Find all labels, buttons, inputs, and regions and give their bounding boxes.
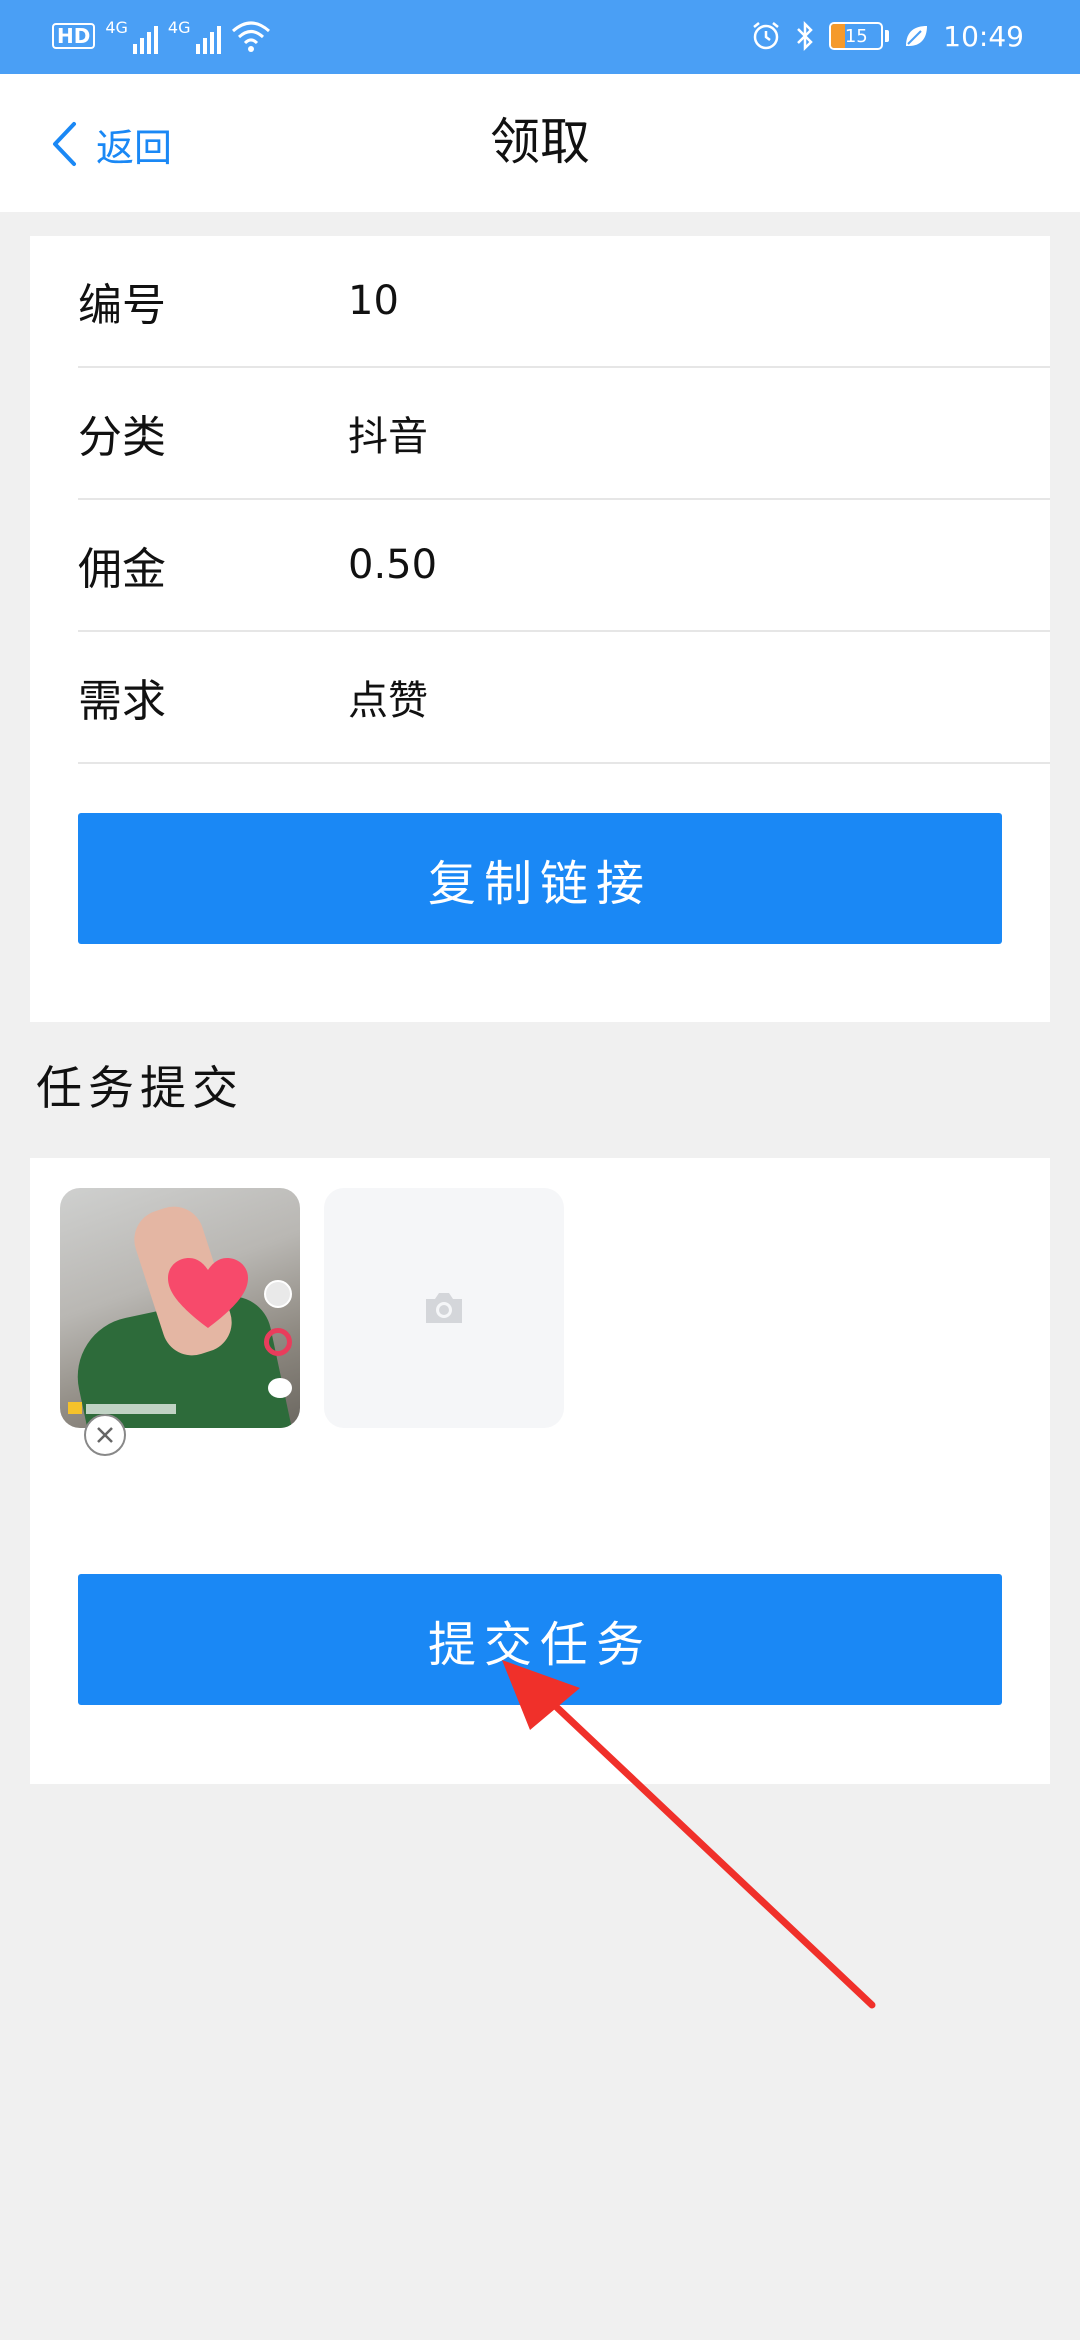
battery-tip — [885, 30, 890, 42]
cellular-signal-icon: 4G — [105, 18, 158, 54]
task-info-card: 编号 10 分类 抖音 佣金 0.50 需求 点赞 复制链接 — [30, 236, 1050, 1022]
wifi-icon — [231, 21, 270, 52]
copy-link-button[interactable]: 复制链接 — [78, 813, 1002, 944]
battery-icon: 15 — [829, 22, 884, 50]
clock: 10:49 — [943, 19, 1024, 53]
alarm-icon — [753, 22, 780, 50]
info-value: 抖音 — [348, 414, 428, 460]
avatar — [264, 1280, 292, 1308]
uploaded-screenshot-thumbnail[interactable] — [60, 1188, 300, 1428]
caption-tag — [68, 1402, 82, 1414]
info-label: 分类 — [78, 412, 166, 463]
annotation-arrow-icon — [502, 1660, 876, 2009]
network-type-label: 4G — [167, 18, 191, 37]
camera-icon — [426, 1293, 462, 1323]
info-label: 编号 — [78, 280, 166, 331]
nav-bar: 返回 领取 — [0, 74, 1080, 212]
network-type-label: 4G — [105, 18, 128, 37]
heart-icon — [168, 1258, 248, 1328]
cellular-signal-icon: 4G — [168, 18, 221, 54]
leaf-icon — [906, 26, 928, 46]
page-title: 领取 — [490, 113, 590, 171]
info-value: 10 — [348, 278, 399, 324]
bluetooth-icon — [797, 20, 814, 52]
caption-bar — [86, 1404, 176, 1414]
section-title: 任务提交 — [36, 1061, 244, 1115]
status-bar: HD 4G 4G 15 10:49 — [0, 0, 1080, 74]
status-left: HD 4G 4G — [52, 16, 271, 56]
info-row-id: 编号 10 — [78, 236, 1050, 368]
info-row-commission: 佣金 0.50 — [78, 500, 1050, 632]
info-label: 佣金 — [78, 544, 166, 595]
info-value: 0.50 — [348, 542, 438, 588]
info-value: 点赞 — [348, 678, 428, 724]
hd-badge: HD — [52, 23, 96, 49]
info-row-requirement: 需求 点赞 — [78, 632, 1050, 764]
status-right: 15 10:49 — [751, 16, 1024, 56]
battery-level: 15 — [844, 25, 868, 47]
comment-icon — [268, 1378, 292, 1398]
remove-image-button[interactable] — [84, 1414, 126, 1456]
info-label: 需求 — [78, 676, 166, 727]
like-ring-icon — [264, 1328, 292, 1356]
info-row-category: 分类 抖音 — [78, 368, 1050, 500]
close-icon — [97, 1427, 113, 1443]
add-photo-button[interactable] — [324, 1188, 564, 1428]
